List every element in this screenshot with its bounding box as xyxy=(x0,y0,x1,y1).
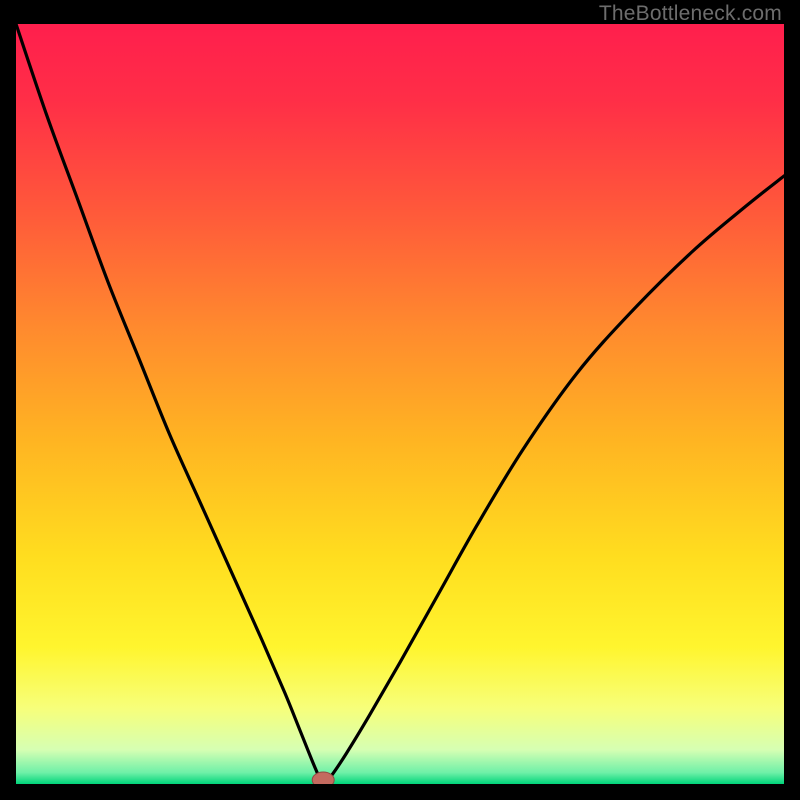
gradient-background xyxy=(16,24,784,784)
minimum-marker xyxy=(312,772,334,784)
chart-frame xyxy=(16,24,784,784)
watermark-text: TheBottleneck.com xyxy=(599,2,782,26)
bottleneck-chart xyxy=(16,24,784,784)
